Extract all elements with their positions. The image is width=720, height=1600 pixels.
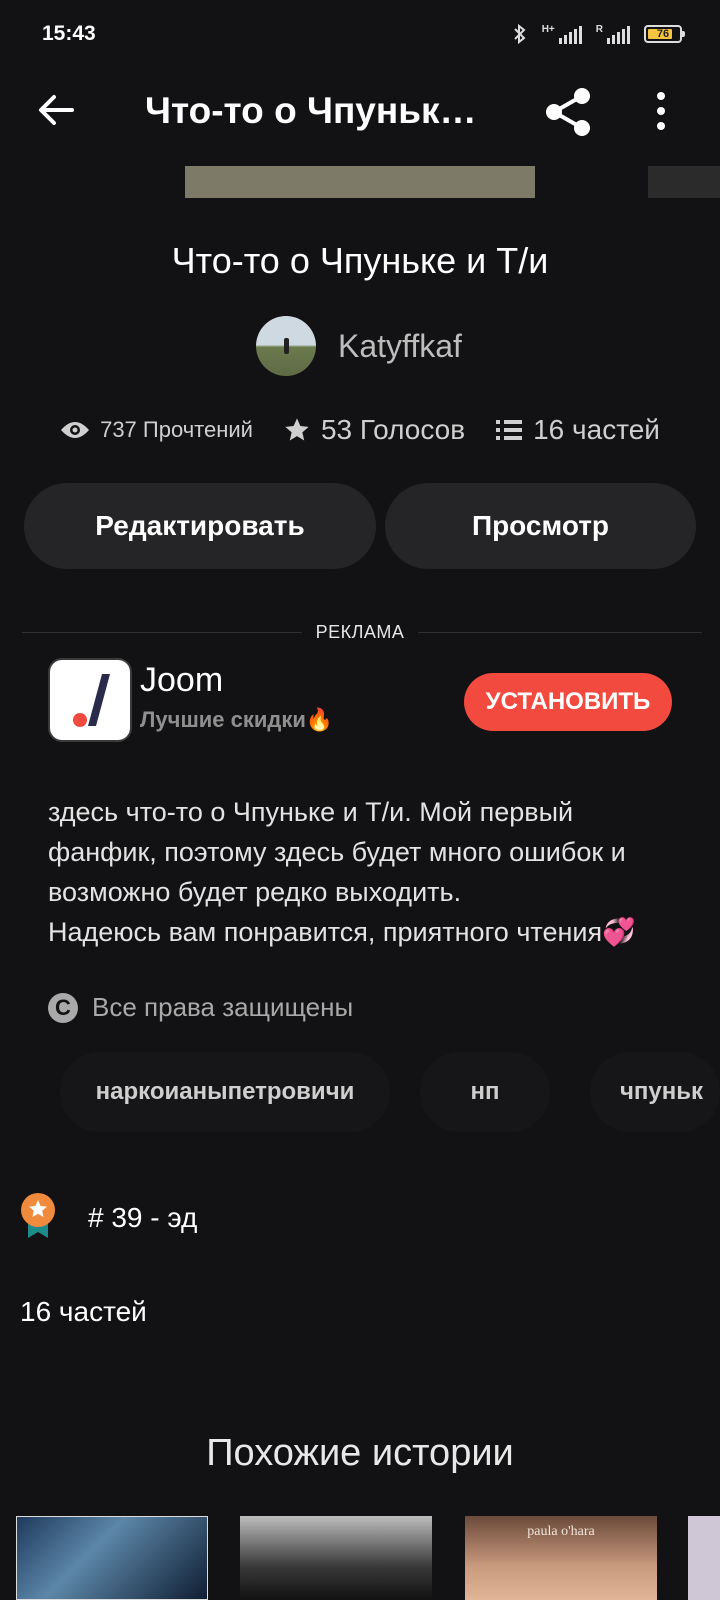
similar-story-cover[interactable]: paula o'hara bbox=[465, 1516, 657, 1600]
copyright-row: C Все права защищены bbox=[48, 992, 353, 1023]
parts-heading[interactable]: 16 частей bbox=[20, 1296, 147, 1328]
star-icon bbox=[285, 418, 309, 441]
story-description: здесь что-то о Чпуньке и Т/и. Мой первый… bbox=[48, 792, 688, 952]
tag-chip[interactable]: наркоианыпетровичи bbox=[60, 1052, 390, 1132]
author-link[interactable]: Katyffkaf bbox=[256, 316, 462, 376]
story-stats: 737 Прочтений 53 Голосов 16 частей bbox=[0, 414, 720, 446]
ranking-text[interactable]: # 39 - эд bbox=[88, 1202, 197, 1234]
view-button[interactable]: Просмотр bbox=[385, 483, 696, 569]
similar-story-cover[interactable] bbox=[16, 1516, 208, 1600]
parts-stat: 16 частей bbox=[495, 414, 660, 446]
cover-image bbox=[185, 166, 535, 198]
header-title: Что-то о Чпуньк… bbox=[145, 90, 477, 131]
cover-image-next bbox=[648, 166, 720, 198]
list-icon bbox=[496, 420, 523, 440]
description-line-1: здесь что-то о Чпуньке и Т/и. Мой первый… bbox=[48, 797, 626, 907]
battery-icon: 76 bbox=[644, 25, 685, 43]
ad-app-icon[interactable] bbox=[48, 658, 132, 742]
reads-stat: 737 Прочтений bbox=[60, 417, 253, 443]
joom-logo-icon bbox=[73, 674, 110, 727]
status-icons: H+ R 76 bbox=[512, 22, 685, 46]
similar-story-cover[interactable] bbox=[688, 1516, 720, 1600]
votes-count: 53 Голосов bbox=[320, 414, 466, 445]
parts-count: 16 частей bbox=[533, 414, 660, 445]
ad-label: РЕКЛАМА bbox=[301, 622, 419, 642]
avatar[interactable] bbox=[256, 316, 316, 376]
similar-heading: Похожие истории bbox=[206, 1432, 514, 1474]
votes-stat: 53 Голосов bbox=[283, 414, 465, 446]
copyright-icon: C bbox=[48, 992, 78, 1023]
story-title: Что-то о Чпуньке и Т/и bbox=[171, 240, 549, 281]
back-arrow-icon[interactable] bbox=[34, 88, 78, 132]
status-time: 15:43 bbox=[42, 22, 96, 45]
similar-story-cover[interactable] bbox=[240, 1516, 432, 1600]
rank-badge-icon bbox=[21, 1193, 55, 1238]
tag-chip[interactable]: нп bbox=[420, 1052, 550, 1132]
ad-app-subtitle: Лучшие скидки🔥 bbox=[140, 707, 334, 732]
install-button[interactable]: УСТАНОВИТЬ bbox=[464, 673, 672, 731]
more-vert-icon[interactable] bbox=[654, 90, 668, 132]
copyright-text: Все права защищены bbox=[92, 992, 354, 1022]
reads-count: 737 Прочтений bbox=[100, 417, 253, 442]
signal-1-icon: H+ bbox=[542, 24, 582, 44]
share-icon[interactable] bbox=[540, 84, 596, 140]
signal-2-icon: R bbox=[596, 24, 630, 44]
bluetooth-icon bbox=[513, 23, 526, 45]
eye-icon bbox=[61, 422, 90, 438]
ad-app-name[interactable]: Joom bbox=[140, 661, 223, 700]
ad-label-wrap: РЕКЛАМА bbox=[0, 622, 720, 643]
description-line-2: Надеюсь вам понравится, приятного чтения… bbox=[48, 917, 636, 947]
cover-text: paula o'hara bbox=[527, 1524, 595, 1539]
author-name[interactable]: Katyffkaf bbox=[338, 328, 462, 365]
tag-chip[interactable]: чпуньк bbox=[590, 1052, 720, 1132]
edit-button[interactable]: Редактировать bbox=[24, 483, 376, 569]
